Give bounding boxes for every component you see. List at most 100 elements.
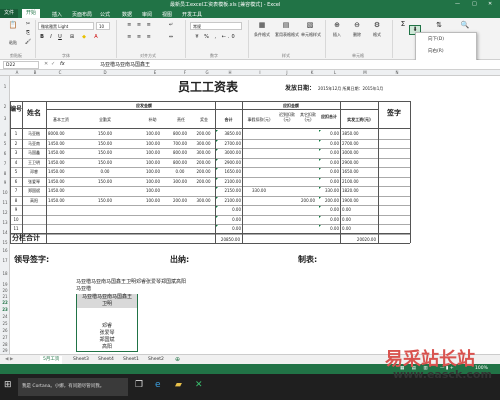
d22-cell[interactable]: 马亚楷马亚南马国鑫王 xyxy=(77,294,137,301)
menu-item-fill-right[interactable]: 向右(R) xyxy=(418,47,476,56)
table-cell-dsum[interactable]: 330.00 xyxy=(318,187,339,194)
row-header[interactable]: 10 xyxy=(0,190,10,195)
row-header[interactable]: 25 xyxy=(0,321,10,326)
row-header[interactable]: 28 xyxy=(0,342,10,347)
row-header[interactable]: 29 xyxy=(0,348,10,353)
table-cell-resp[interactable]: 0.00 xyxy=(168,168,192,175)
insert-function-icon[interactable]: fx xyxy=(60,61,65,67)
insert-cells-button[interactable]: 插入 xyxy=(328,32,346,38)
table-cell-resp[interactable]: 700.00 xyxy=(168,140,192,147)
column-header[interactable]: G xyxy=(202,70,212,75)
table-cell-base[interactable]: 1450.00 xyxy=(48,168,78,175)
table-cell-dsum[interactable]: 200.00 xyxy=(318,197,339,204)
table-cell-full[interactable]: 0.00 xyxy=(90,168,120,175)
add-sheet-icon[interactable]: ⊕ xyxy=(172,356,183,364)
column-header[interactable]: J xyxy=(282,70,292,75)
column-header[interactable]: A xyxy=(12,70,22,75)
list-item[interactable]: 张爱琴 xyxy=(77,330,137,337)
excel-icon[interactable]: ✕ xyxy=(195,380,203,390)
table-cell-bonus[interactable]: 200.00 xyxy=(193,130,214,137)
table-cell-total[interactable]: 0.00 xyxy=(215,206,241,213)
delete-cells-button[interactable]: 删除 xyxy=(348,32,366,38)
table-cell-net[interactable]: 1650.00 xyxy=(342,168,376,175)
row-header[interactable]: 3 xyxy=(0,116,10,121)
table-cell-net[interactable]: 0.00 xyxy=(342,216,376,223)
table-cell-resp[interactable]: 300.00 xyxy=(168,178,192,185)
border-icon[interactable]: ⊞ xyxy=(68,33,76,41)
column-header[interactable]: M xyxy=(360,70,370,75)
task-view-icon[interactable]: ❐ xyxy=(135,380,143,390)
table-cell-no[interactable]: 11 xyxy=(10,225,22,232)
table-cell-resp[interactable]: 800.00 xyxy=(168,149,192,156)
table-cell-name[interactable]: 高阳 xyxy=(22,197,46,204)
table-cell-dsum[interactable]: 0.00 xyxy=(318,168,339,175)
cell-style-button[interactable]: 单元格样式 xyxy=(300,32,322,38)
table-cell-other[interactable]: 200.00 xyxy=(298,197,318,204)
table-cell-bonus[interactable]: 200.00 xyxy=(193,159,214,166)
font-name-select[interactable]: 微软雅黑 Light xyxy=(38,22,94,30)
table-cell-dsum[interactable]: 0.00 xyxy=(318,149,339,156)
table-cell-dsum[interactable]: 0.00 xyxy=(318,216,339,223)
table-cell-resp[interactable]: 800.00 xyxy=(168,159,192,166)
table-cell-dsum[interactable]: 0.00 xyxy=(318,140,339,147)
column-header[interactable]: N xyxy=(392,70,402,75)
number-format-select[interactable]: 常规 xyxy=(190,22,242,30)
table-cell-sub[interactable]: 100.00 xyxy=(140,178,166,185)
sheet-tab[interactable]: Sheet3 xyxy=(70,356,92,364)
table-cell-net[interactable]: 3850.00 xyxy=(342,130,376,137)
format-painter-icon[interactable]: 🖌 xyxy=(24,38,32,46)
column-header[interactable]: H xyxy=(225,70,235,75)
tab-view[interactable]: 视图 xyxy=(162,11,172,18)
prev-sheet-icon[interactable]: ◀ ▶ xyxy=(2,356,16,364)
tab-insert[interactable]: 插入 xyxy=(52,11,62,18)
autosum-icon[interactable]: Σ xyxy=(398,20,408,28)
table-cell-total[interactable]: 2100.00 xyxy=(215,178,241,185)
table-cell-base[interactable]: 1450.00 xyxy=(48,197,78,204)
table-cell-full[interactable]: 150.00 xyxy=(90,197,120,204)
table-cell-name[interactable]: 马国鑫 xyxy=(22,149,46,156)
table-cell-sub[interactable]: 100.00 xyxy=(140,130,166,137)
row-header[interactable]: 11 xyxy=(0,200,10,205)
minimize-button[interactable]: — xyxy=(455,1,460,7)
cut-icon[interactable]: ✂ xyxy=(24,20,32,28)
table-cell-bonus[interactable]: 300.00 xyxy=(193,149,214,156)
table-format-button[interactable]: 套用表格格式 xyxy=(274,32,300,38)
row-header[interactable]: 20 xyxy=(0,288,10,293)
list-item[interactable]: 高阳 xyxy=(77,344,137,351)
table-cell-full[interactable]: 150.00 xyxy=(90,130,120,137)
table-cell-no[interactable]: 9 xyxy=(10,206,22,213)
italic-icon[interactable]: I xyxy=(47,33,55,41)
cortana-search[interactable]: 我是 Cortana。小娜，有问题尽管问我。 xyxy=(18,378,128,396)
row-header[interactable]: 1 xyxy=(0,84,10,89)
percent-icon[interactable]: ¥ % , ←.0 xyxy=(190,33,242,41)
table-cell-no[interactable]: 4 xyxy=(10,159,22,166)
table-cell-net[interactable]: 1820.00 xyxy=(342,187,376,194)
worksheet-grid[interactable]: 员工工资表 发放日期： 2015年12月 所属日期：2015年1月 编号 姓名 … xyxy=(10,76,500,354)
column-header[interactable]: E xyxy=(150,70,160,75)
table-cell-net[interactable]: 2900.00 xyxy=(342,159,376,166)
format-cells-button[interactable]: 格式 xyxy=(368,32,386,38)
list-item[interactable]: 郑国斌 xyxy=(77,337,137,344)
table-cell-no[interactable]: 5 xyxy=(10,168,22,175)
row-header[interactable]: 26 xyxy=(0,328,10,333)
table-cell-no[interactable]: 1 xyxy=(10,130,22,137)
formula-input[interactable]: 马亚楷马亚南马国鑫王 xyxy=(70,61,360,69)
sheet-tab[interactable]: Sheet2 xyxy=(145,356,167,364)
tab-home[interactable]: 开始 xyxy=(22,9,41,18)
table-cell-sub[interactable]: 100.00 xyxy=(140,159,166,166)
table-cell-base[interactable]: 1450.00 xyxy=(48,149,78,156)
table-cell-net[interactable]: 0.00 xyxy=(342,225,376,232)
row-header[interactable]: 18 xyxy=(0,271,10,276)
copy-icon[interactable]: ⎘ xyxy=(24,29,32,37)
row-header[interactable]: 13 xyxy=(0,220,10,225)
table-cell-no[interactable]: 3 xyxy=(10,149,22,156)
table-cell-total[interactable]: 0.00 xyxy=(215,216,241,223)
align-left-icon[interactable]: ≡ ≡ ≡ xyxy=(120,33,160,41)
tab-data[interactable]: 数据 xyxy=(122,11,132,18)
table-cell-dsum[interactable]: 0.00 xyxy=(318,206,339,213)
tab-file[interactable]: 文件 xyxy=(0,9,19,18)
table-cell-base[interactable]: 1450.00 xyxy=(48,140,78,147)
enter-icon[interactable]: ✓ xyxy=(51,61,55,67)
tab-review[interactable]: 审阅 xyxy=(142,11,152,18)
fill-color-icon[interactable]: ◆ xyxy=(80,33,88,41)
